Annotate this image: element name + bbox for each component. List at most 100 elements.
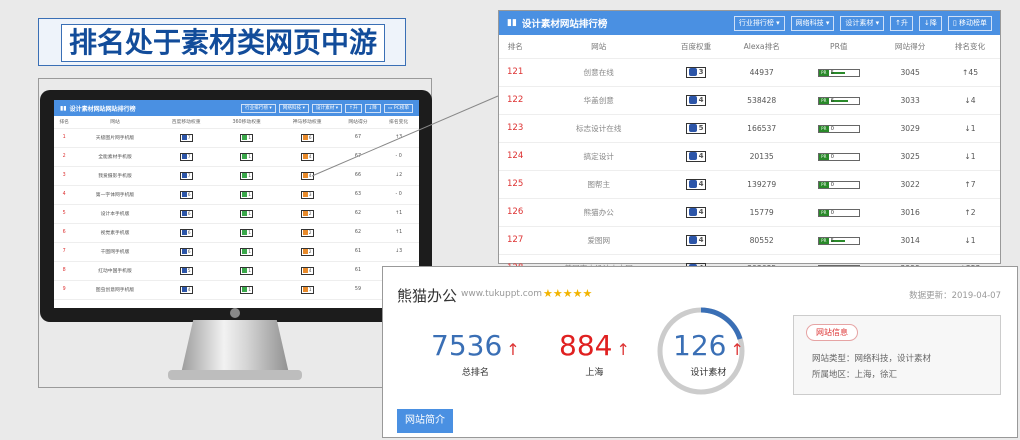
shenma-weight-badge-cell: 2	[276, 223, 338, 243]
weight-value: 6	[187, 211, 191, 217]
score-cell: 61	[337, 261, 379, 281]
site-cell: 爱图网	[531, 226, 667, 255]
so-weight-badge-cell: 1	[216, 261, 277, 281]
so-weight-badge: 1	[240, 133, 254, 142]
stat-category-rank: 126 ↑ 设计素材	[673, 329, 744, 378]
column-header: 排名变化	[378, 116, 419, 129]
table-row[interactable]: 7 千图网手机版 6 1 2 61 ↓3	[54, 242, 419, 262]
site-cell: 视觉素手机版	[74, 223, 156, 243]
shenma-weight-badge-cell: 4	[276, 166, 338, 186]
pr-cell: PR5	[797, 58, 881, 87]
site-url[interactable]: www.tukuppt.com	[461, 289, 542, 299]
table-row[interactable]: 127 爱图网 4 80552 PR 5 3014 ↓1	[499, 226, 1000, 255]
weight-value: 6	[187, 230, 191, 236]
mobile-list-button[interactable]: ▯ 移动榜单	[947, 15, 992, 31]
mini-table: 排名 网站 百度移动权重 360移动权重 神马移动权重 网站得分 排名变化 1 天极图片网手机…	[54, 116, 419, 300]
mini-title: 设计素材网站网站排行榜	[69, 105, 136, 113]
weight-value: 4	[308, 268, 312, 274]
change-cell: ↑1	[378, 204, 419, 224]
stat-value: 126	[673, 329, 727, 362]
site-type: 网站类型：网络科技，设计素材	[812, 354, 932, 364]
weight-value: 7	[187, 173, 191, 179]
alexa-cell: 15779	[726, 198, 798, 227]
chart-bars-icon: ▮▮	[60, 104, 67, 112]
baidu-weight-badge-cell: 7	[155, 147, 217, 167]
table-row[interactable]: 124 搞定设计 4 20135 PR 0 3025 ↓1	[499, 142, 1000, 171]
mini-select-category[interactable]: 行业排行榜 ▾	[240, 103, 276, 113]
rank-cell: 2	[54, 147, 75, 167]
weight-value: 6	[187, 249, 191, 255]
table-row[interactable]: 126 熊猫办公 4 15779 PR 0 3016 ↑2	[499, 198, 1000, 227]
site-cell: 熊猫办公	[531, 198, 667, 227]
so-weight-badge: 1	[240, 247, 254, 256]
baidu-weight-badge-cell: 7	[155, 128, 217, 148]
so-weight-badge: 1	[240, 228, 254, 237]
mini-sort-down-button[interactable]: ↓降	[364, 103, 382, 113]
table-row[interactable]: 9图虫创意网手机版41159↑1	[54, 280, 419, 300]
table-row[interactable]: 5 设计本手机版 6 1 2 62 ↑1	[54, 204, 419, 224]
baidu-weight-badge: 3	[685, 66, 707, 78]
select-industry[interactable]: 网络科技 ▾	[790, 15, 835, 31]
mini-select-sub[interactable]: 设计素材 ▾	[311, 103, 343, 113]
table-row[interactable]: 125 图帮主 4 139279 PR 0 3022 ↑7	[499, 170, 1000, 199]
sort-up-button[interactable]: ↑升	[890, 15, 914, 31]
mini-sort-up-button[interactable]: ↑升	[345, 103, 362, 113]
site-cell: 图虫创意网手机版	[74, 280, 156, 300]
site-info-box: 网站信息 网站类型：网络科技，设计素材 所属地区：上海，徐汇	[793, 315, 1001, 395]
table-row[interactable]: 2 全能素材手机版 7 1 4 67- 0	[54, 147, 419, 167]
baidu-weight-badge: 6	[179, 228, 193, 237]
weight-icon	[302, 229, 308, 235]
rank-cell: 1	[54, 128, 75, 148]
table-row[interactable]: 123 标志设计在线 5 166537 PR 0 3029 ↓1	[499, 114, 1000, 143]
pr-cell: PR 0	[797, 142, 881, 171]
table-row[interactable]: 1 天极图片网手机版 7 1 6 67 ↑3	[54, 128, 419, 148]
pr-bar: PR 0	[817, 124, 860, 133]
weight-icon	[242, 267, 248, 273]
table-row[interactable]: 6 视觉素手机版 6 1 2 62 ↑1	[54, 223, 419, 243]
rank-cell: 9	[54, 280, 75, 300]
score-cell: 59	[337, 280, 379, 300]
site-cell: 创意在线	[531, 58, 667, 87]
table-row[interactable]: 121 创意在线 3 44937 PR 5 3045 ↑45	[499, 58, 1000, 87]
score-cell: 3025	[880, 142, 941, 171]
table-row[interactable]: 8红动中国手机版51461↑1	[54, 261, 419, 281]
baidu-weight-badge: 5	[179, 266, 193, 275]
weight-icon	[242, 191, 248, 197]
pr-bar: PR 0	[817, 152, 860, 161]
sort-down-button[interactable]: ↓降	[919, 15, 942, 31]
table-row[interactable]: 122 华盖创意 4 538428 PR 6 3033 ↓4	[499, 86, 1000, 115]
weight-icon	[302, 210, 308, 216]
select-category[interactable]: 行业排行榜 ▾	[733, 15, 785, 31]
table-row[interactable]: 3 我爱摄影手机版 7 1 4 66 ↓2	[54, 166, 419, 186]
site-info-tag[interactable]: 网站信息	[806, 324, 858, 341]
baidu-weight-cell: 4	[666, 226, 726, 255]
baidu-weight-cell: 4	[666, 198, 726, 227]
score-cell: 61	[337, 242, 379, 262]
column-header: 百度移动权重	[155, 116, 217, 129]
site-cell: 天极图片网手机版	[74, 128, 156, 148]
ranking-panel: ▮▮ 设计素材网站排行榜 行业排行榜 ▾ 网络科技 ▾ 设计素材 ▾ ↑升 ↓降…	[498, 10, 1001, 283]
weight-value: 3	[308, 192, 312, 198]
column-header: Alexa排名	[726, 35, 798, 59]
table-row[interactable]: 4 第一字体网手机版 6 1 3 63- 0	[54, 185, 419, 205]
score-cell: 67	[337, 147, 379, 167]
change-cell: ↓4	[940, 86, 1000, 115]
score-cell: 67	[337, 128, 379, 148]
shenma-weight-badge: 2	[300, 209, 314, 218]
site-info-card: 熊猫办公 www.tukuppt.com ★★★★★ 数据更新：2019-04-…	[382, 266, 1018, 438]
mini-pc-button[interactable]: ▭ PC榜单	[384, 103, 413, 113]
rank-cell: 8	[54, 261, 75, 281]
weight-icon	[242, 172, 248, 178]
so-weight-badge-cell: 1	[216, 280, 277, 300]
site-intro-button[interactable]: 网站简介	[397, 409, 453, 433]
paw-icon	[688, 123, 697, 132]
paw-icon	[688, 235, 697, 244]
pr-bar: PR 0	[817, 180, 860, 189]
mini-select-industry[interactable]: 网络科技 ▾	[278, 103, 309, 113]
baidu-weight-badge: 4	[685, 206, 707, 218]
site-cell: 设计本手机版	[74, 204, 156, 224]
alexa-cell: 80552	[726, 226, 798, 255]
baidu-weight-badge: 5	[685, 122, 707, 134]
select-sub[interactable]: 设计素材 ▾	[840, 15, 885, 31]
weight-value: 4	[187, 287, 191, 293]
